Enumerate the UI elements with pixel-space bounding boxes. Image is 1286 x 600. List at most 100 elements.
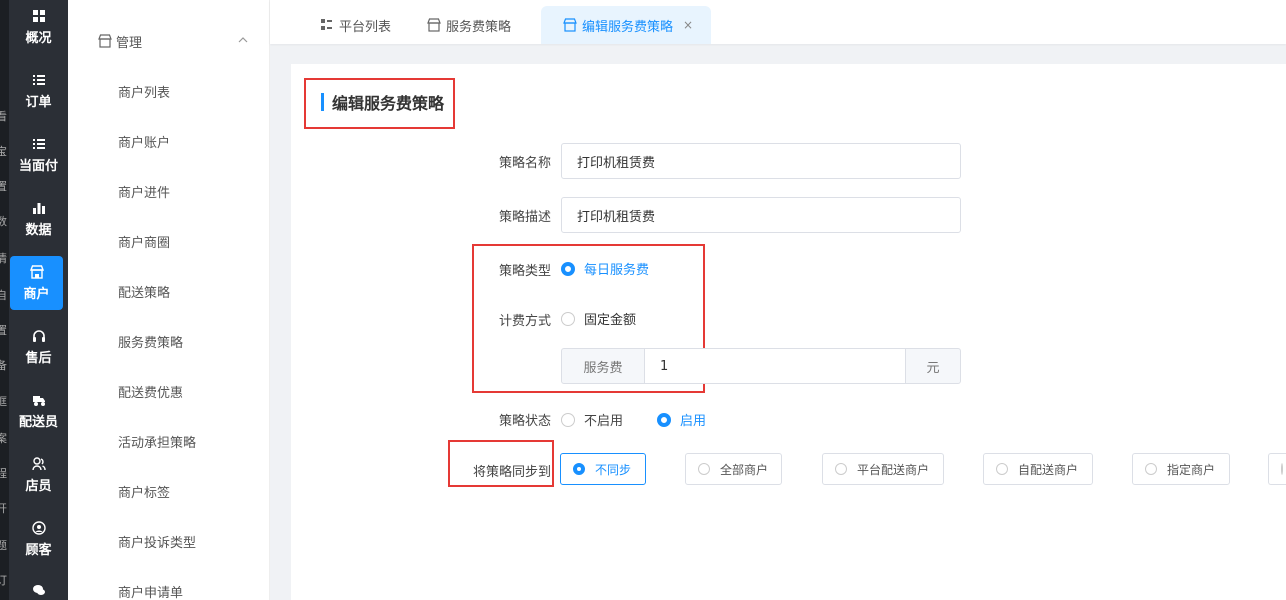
fee-amount-input[interactable]: 1 — [644, 348, 906, 384]
nav-item-overview[interactable]: 概况 — [9, 0, 68, 54]
chat-icon — [31, 582, 47, 597]
radio-dot — [561, 261, 575, 276]
radio-dot — [835, 463, 847, 475]
sync-none-option[interactable]: 不同步 — [560, 453, 646, 485]
edge-glyph: 置 — [0, 324, 7, 337]
sidebar-item[interactable]: 商户投诉类型 — [118, 532, 196, 551]
main-nav: 概况 订单 当面付 数据 商户 售后 配送员 店员 顾客 — [9, 0, 68, 600]
nav-label: 配送员 — [18, 415, 58, 430]
edge-glyph: 宝 — [0, 145, 7, 158]
nav-item-after-sales[interactable]: 售后 — [9, 320, 68, 374]
headset-icon — [31, 328, 47, 344]
sync-self-delivery-option[interactable]: 自配送商户 — [983, 453, 1093, 485]
edge-glyph: 置 — [0, 180, 7, 193]
policy-name-label: 策略名称 — [498, 156, 551, 171]
store-icon — [98, 34, 112, 48]
list-icon — [31, 72, 47, 88]
nav-label: 概况 — [25, 31, 52, 46]
nav-item-merchant[interactable]: 商户 — [10, 256, 63, 310]
sync-specific-merchant-option[interactable]: 指定商户 — [1132, 453, 1230, 485]
radio-dot — [996, 463, 1008, 475]
edge-glyph: 框 — [0, 395, 7, 408]
sidebar-item[interactable]: 商户进件 — [118, 182, 170, 201]
radio-label: 每日服务费 — [584, 263, 650, 278]
edge-glyph: 开 — [0, 502, 7, 515]
sync-platform-delivery-option[interactable]: 平台配送商户 — [822, 453, 944, 485]
radio-dot — [698, 463, 710, 475]
tab-service-fee-policy[interactable]: 服务费策略 — [427, 6, 511, 44]
sidebar-item[interactable]: 配送费优惠 — [118, 382, 183, 401]
sidebar-item[interactable]: 商户列表 — [118, 82, 170, 101]
dashboard-icon — [31, 8, 47, 24]
close-icon[interactable]: × — [683, 18, 693, 32]
policy-name-input[interactable]: 打印机租赁费 — [561, 143, 961, 179]
radio-dot — [657, 412, 671, 427]
policy-desc-input[interactable]: 打印机租赁费 — [561, 197, 961, 233]
billing-method-label: 计费方式 — [498, 314, 551, 329]
sidebar-item[interactable]: 商户账户 — [118, 132, 170, 151]
nav-item-courier[interactable]: 配送员 — [9, 384, 68, 438]
edit-form-card: 编辑服务费策略 策略名称 打印机租赁费 策略描述 打印机租赁费 策略类型 每日服… — [291, 64, 1286, 600]
nav-item-face-pay[interactable]: 当面付 — [9, 128, 68, 182]
sidebar-item[interactable]: 配送策略 — [118, 282, 170, 301]
nav-label: 店员 — [25, 479, 52, 494]
policy-status-label: 策略状态 — [498, 414, 551, 429]
nav-label: 数据 — [25, 223, 52, 238]
sidebar-item[interactable]: 商户申请单 — [118, 582, 183, 600]
nav-item-customer[interactable]: 顾客 — [9, 512, 68, 566]
edge-glyph: 备 — [0, 359, 7, 372]
sync-option-label: 全部商户 — [720, 462, 769, 477]
customer-icon — [31, 520, 47, 536]
status-disabled-radio[interactable]: 不启用 — [561, 410, 623, 429]
nav-label: 当面付 — [18, 159, 58, 174]
radio-dot — [1145, 463, 1157, 475]
sync-all-merchants-option[interactable]: 全部商户 — [685, 453, 782, 485]
edge-glyph: 程 — [0, 467, 7, 480]
nav-item-chat[interactable] — [9, 576, 68, 600]
store-icon — [29, 264, 45, 280]
chevron-up-icon — [238, 34, 248, 44]
left-edge-strip: 看 宝 置 数 情 自 置 备 框 案 程 开 题 订 — [0, 0, 9, 600]
sidebar-item[interactable]: 活动承担策略 — [118, 432, 196, 451]
nav-item-data[interactable]: 数据 — [9, 192, 68, 246]
radio-dot — [1281, 463, 1283, 475]
main-content: 平台列表 服务费策略 编辑服务费策略 × 编辑服务费策略 策略名称 打印机租赁费 — [270, 0, 1286, 600]
billing-fixed-radio[interactable]: 固定金额 — [561, 309, 636, 328]
status-enabled-radio[interactable]: 启用 — [657, 410, 706, 429]
nav-label: 顾客 — [25, 543, 52, 558]
sync-option-label: 平台配送商户 — [857, 462, 930, 477]
bar-chart-icon — [31, 200, 47, 216]
delivery-icon — [31, 392, 47, 408]
radio-label: 不启用 — [584, 414, 624, 429]
policy-type-label: 策略类型 — [498, 264, 551, 279]
nav-label: 售后 — [25, 351, 52, 366]
radio-dot — [561, 311, 575, 326]
store-icon — [563, 18, 577, 32]
radio-dot — [561, 412, 575, 427]
policy-desc-label: 策略描述 — [498, 210, 551, 225]
radio-label: 启用 — [680, 414, 707, 429]
sidebar-item[interactable]: 服务费策略 — [118, 332, 183, 351]
edge-glyph: 数 — [0, 215, 7, 228]
sync-option-cutoff[interactable] — [1268, 453, 1286, 485]
radio-dot — [573, 463, 585, 475]
tab-platform-list[interactable]: 平台列表 — [320, 6, 391, 44]
fee-suffix-addon: 元 — [905, 348, 961, 384]
sync-option-label: 不同步 — [595, 462, 632, 477]
nav-item-staff[interactable]: 店员 — [9, 448, 68, 502]
policy-type-daily-radio[interactable]: 每日服务费 — [561, 259, 649, 278]
nav-label: 商户 — [23, 287, 50, 302]
user-group-icon — [31, 456, 47, 472]
edge-glyph: 题 — [0, 539, 7, 552]
tab-edit-service-fee-policy[interactable]: 编辑服务费策略 × — [541, 6, 712, 44]
sync-option-label: 指定商户 — [1167, 462, 1216, 477]
edge-glyph: 订 — [0, 574, 7, 587]
tab-label: 服务费策略 — [446, 19, 512, 35]
nav-item-orders[interactable]: 订单 — [9, 64, 68, 118]
sidebar-item[interactable]: 商户商圈 — [118, 232, 170, 251]
sidebar-group-manage[interactable]: 管理 — [98, 30, 248, 52]
tab-label: 平台列表 — [339, 19, 392, 35]
sidebar-item[interactable]: 商户标签 — [118, 482, 170, 501]
edge-glyph: 自 — [0, 289, 7, 302]
list-icon — [31, 136, 47, 152]
